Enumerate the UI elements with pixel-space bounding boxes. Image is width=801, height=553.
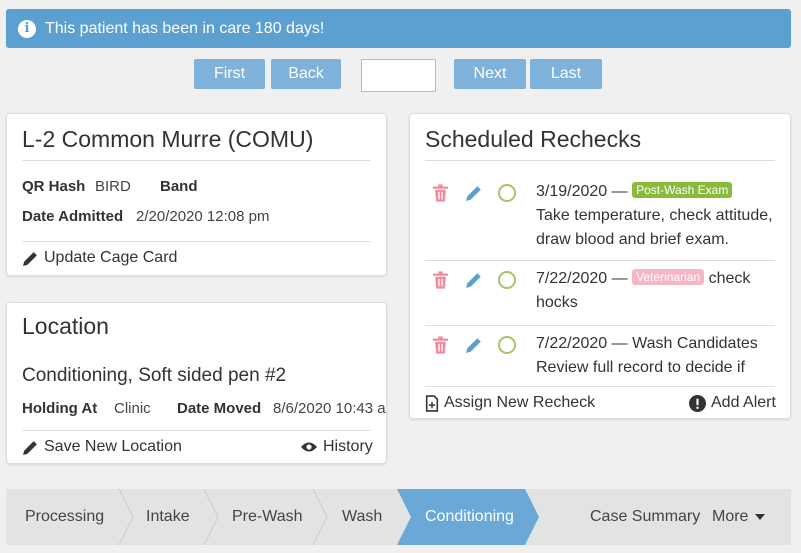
last-button[interactable]: Last — [530, 59, 602, 89]
assign-new-recheck-link[interactable]: Assign New Recheck — [425, 394, 595, 412]
add-alert-link[interactable]: Add Alert — [689, 394, 776, 412]
date-moved-value: 8/6/2020 10:43 am — [273, 400, 387, 417]
location-card: Location Conditioning, Soft sided pen #2… — [6, 302, 387, 464]
recheck-line1-tail: check — [708, 270, 751, 287]
care-duration-alert: i This patient has been in care 180 days… — [6, 9, 791, 48]
step-intake[interactable]: Intake — [146, 489, 190, 545]
divider — [22, 430, 371, 431]
recheck-date: 7/22/2020 — [536, 270, 608, 287]
location-place: Conditioning, Soft sided pen #2 — [22, 365, 287, 386]
step-processing[interactable]: Processing — [25, 489, 104, 545]
file-plus-icon — [425, 394, 439, 412]
workflow-steps: Processing Intake Pre-Wash Wash Conditio… — [6, 489, 791, 545]
add-alert-label: Add Alert — [711, 394, 776, 411]
band-label: Band — [160, 178, 198, 195]
divider — [425, 160, 775, 161]
more-label: More — [712, 508, 749, 525]
pencil-icon — [23, 251, 37, 266]
eye-icon — [301, 442, 317, 452]
holding-at-value: Clinic — [114, 400, 151, 417]
recheck-type-badge: Veterinarian — [632, 269, 705, 285]
complete-circle-icon[interactable] — [498, 271, 516, 289]
info-icon: i — [18, 19, 36, 38]
history-link[interactable]: History — [300, 438, 373, 456]
qr-hash-value: BIRD — [95, 178, 131, 195]
back-button[interactable]: Back — [271, 59, 341, 89]
recheck-date: 3/19/2020 — [536, 183, 608, 200]
date-admitted-label: Date Admitted — [22, 208, 124, 225]
edit-pencil-icon[interactable] — [465, 184, 483, 202]
complete-circle-icon[interactable] — [498, 336, 516, 354]
trash-icon[interactable] — [433, 336, 448, 354]
qr-hash-label: QR Hash — [22, 178, 86, 195]
history-label: History — [323, 438, 373, 455]
update-cage-card-link[interactable]: Update Cage Card — [22, 249, 177, 267]
save-new-location-label: Save New Location — [44, 438, 182, 455]
recheck-description: Review full record to decide if — [536, 359, 745, 376]
recheck-type-badge: Post-Wash Exam — [632, 182, 733, 198]
more-dropdown[interactable]: More — [712, 489, 766, 545]
patient-title: L-2 Common Murre (COMU) — [22, 126, 314, 152]
patient-card: L-2 Common Murre (COMU) QR Hash BIRD Ban… — [6, 113, 387, 276]
recheck-description: Take temperature, check attitude, draw b… — [536, 207, 773, 248]
pencil-icon — [23, 440, 37, 455]
save-new-location-link[interactable]: Save New Location — [22, 438, 182, 456]
rechecks-card: Scheduled Rechecks 3/19/2020 — Post-Wash… — [409, 113, 791, 419]
recheck-item: 7/22/2020 — Veterinarian check hocks — [425, 261, 775, 325]
step-pre-wash[interactable]: Pre-Wash — [232, 489, 303, 545]
assign-new-recheck-label: Assign New Recheck — [444, 394, 596, 411]
trash-icon[interactable] — [433, 184, 448, 202]
recheck-list: 3/19/2020 — Post-Wash Exam Take temperat… — [410, 167, 790, 387]
caret-down-icon — [755, 514, 766, 520]
step-wash[interactable]: Wash — [342, 489, 382, 545]
recheck-separator: — — [611, 335, 628, 352]
trash-icon[interactable] — [433, 271, 448, 289]
case-summary-link[interactable]: Case Summary — [590, 489, 700, 545]
step-conditioning[interactable]: Conditioning — [425, 489, 514, 545]
divider — [425, 386, 775, 387]
recheck-item: 7/22/2020 — Wash Candidates Review full … — [425, 326, 775, 387]
alert-text: This patient has been in care 180 days! — [45, 19, 325, 37]
divider — [22, 160, 371, 161]
date-moved-label: Date Moved — [177, 400, 262, 417]
recheck-date: 7/22/2020 — [536, 335, 608, 352]
recheck-item: 3/19/2020 — Post-Wash Exam Take temperat… — [425, 174, 775, 256]
date-admitted-value: 2/20/2020 12:08 pm — [136, 208, 270, 225]
rechecks-title: Scheduled Rechecks — [425, 126, 642, 152]
first-button[interactable]: First — [194, 59, 265, 89]
patient-number-input[interactable] — [361, 59, 436, 92]
edit-pencil-icon[interactable] — [465, 336, 483, 354]
alert-circle-icon — [689, 394, 706, 412]
edit-pencil-icon[interactable] — [465, 271, 483, 289]
location-title: Location — [22, 313, 109, 339]
update-cage-card-label: Update Cage Card — [44, 249, 178, 266]
next-button[interactable]: Next — [454, 59, 526, 89]
holding-at-label: Holding At — [22, 400, 98, 417]
divider — [22, 241, 371, 242]
recheck-separator: — — [611, 183, 628, 200]
complete-circle-icon[interactable] — [498, 184, 516, 202]
recheck-assignee: Wash Candidates — [632, 335, 758, 352]
recheck-separator: — — [611, 270, 628, 287]
recheck-description: hocks — [536, 294, 578, 311]
